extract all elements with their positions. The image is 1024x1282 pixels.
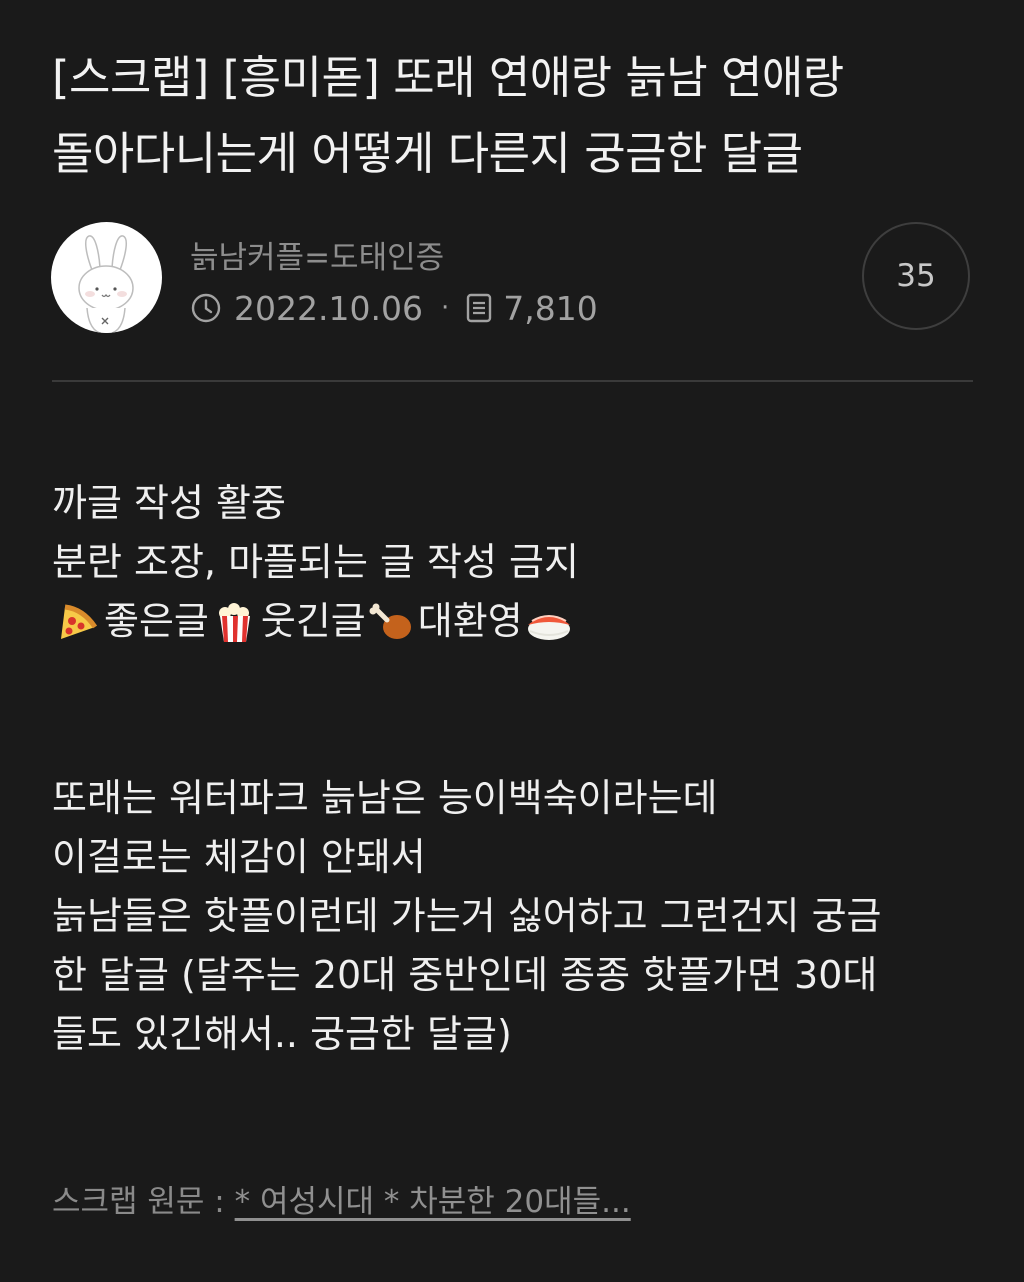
paragraph-line: 들도 있긴해서.. 궁금한 달글) xyxy=(52,1012,512,1056)
author-name[interactable]: 늙남커플=도태인증 xyxy=(190,232,444,277)
paragraph-line: 또래는 워터파크 늙남은 능이백숙이라는데 xyxy=(52,776,718,820)
comment-count: 35 xyxy=(896,258,936,294)
scrap-source: 스크랩 원문 : * 여성시대 * 차분한 20대들... xyxy=(52,1176,631,1221)
header-divider xyxy=(52,380,973,382)
document-icon xyxy=(465,292,493,324)
popcorn-icon xyxy=(210,597,260,647)
notice-item-funny: 웃긴글 xyxy=(260,599,366,643)
notice-line-2: 분란 조장, 마플되는 글 작성 금지 xyxy=(52,540,579,584)
notice-item-good: 좋은글 xyxy=(104,599,209,643)
chicken-leg-icon xyxy=(367,597,417,647)
sushi-icon xyxy=(524,597,574,647)
post-title-line-2: 돌아다니는게 어떻게 다른지 궁금한 달글 xyxy=(52,127,803,180)
paragraph-line: 이걸로는 체감이 안돼서 xyxy=(52,835,426,879)
post-title: [스크랩] [흥미돋] 또래 연애랑 늙남 연애랑 돌아다니는게 어떻게 다른지… xyxy=(52,40,982,192)
post-date: 2022.10.06 xyxy=(234,288,423,328)
meta-separator: · xyxy=(440,293,450,323)
notice-line-1: 까글 작성 활중 xyxy=(52,481,286,525)
post-meta: 2022.10.06 · 7,810 xyxy=(190,288,598,328)
clock-icon xyxy=(190,292,222,324)
pizza-icon xyxy=(53,597,103,647)
notice-line-3: 좋은글 웃긴글 대환영 xyxy=(52,592,982,651)
notice-item-welcome: 대환영 xyxy=(417,599,523,643)
author-avatar[interactable] xyxy=(51,222,162,333)
scrap-source-label: 스크랩 원문 : xyxy=(52,1184,225,1220)
post-body: 까글 작성 활중 분란 조장, 마플되는 글 작성 금지 좋은글 웃긴글 대환영… xyxy=(52,474,982,1064)
paragraph-line: 늙남들은 핫플이런데 가는거 싫어하고 그런건지 궁금 xyxy=(52,894,882,938)
post-title-line-1: [스크랩] [흥미돋] 또래 연애랑 늙남 연애랑 xyxy=(52,51,844,104)
bunny-avatar-icon xyxy=(78,235,134,333)
comment-count-button[interactable]: 35 xyxy=(862,222,970,330)
scrap-source-link[interactable]: * 여성시대 * 차분한 20대들... xyxy=(235,1184,631,1220)
view-count: 7,810 xyxy=(503,288,598,328)
paragraph-line: 한 달글 (달주는 20대 중반인데 종종 핫플가면 30대 xyxy=(52,953,878,997)
